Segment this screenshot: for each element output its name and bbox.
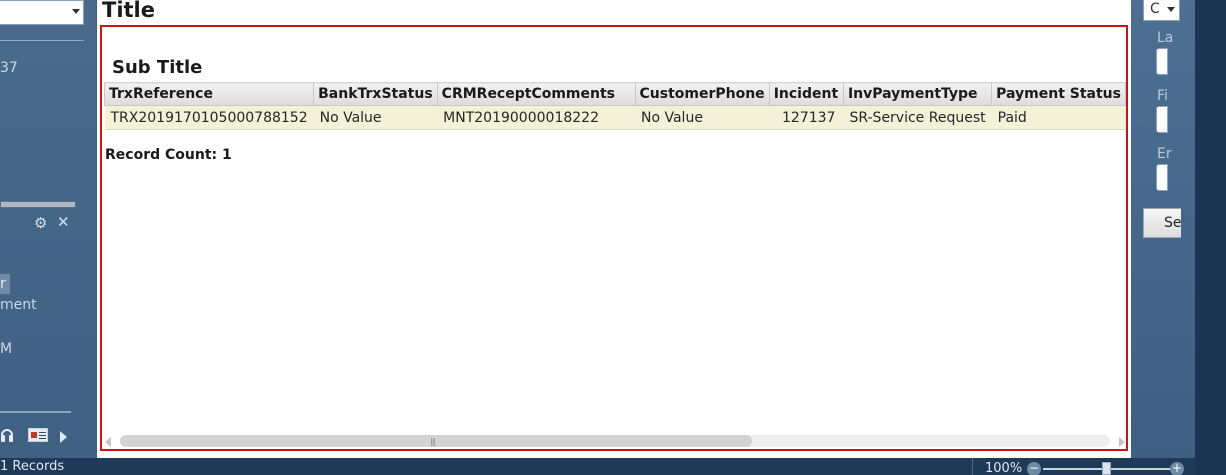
nav-item-selected[interactable]: r — [0, 274, 10, 294]
report-subtitle: Sub Title — [112, 57, 203, 78]
table-cell: No Value — [313, 105, 438, 130]
field-label: Er — [1157, 146, 1172, 162]
chevron-down-icon — [1167, 7, 1175, 12]
left-dropdown[interactable] — [0, 0, 84, 25]
left-scrollbar[interactable] — [0, 201, 76, 208]
left-panel-value: 37 — [0, 60, 18, 76]
zoom-out-icon[interactable]: − — [1027, 462, 1041, 475]
table-cell: TRX2019170105000788152 — [104, 105, 314, 130]
report-frame: Sub Title TrxReference BankTrxStatus CRM… — [100, 25, 1128, 451]
text-field[interactable] — [1156, 106, 1168, 133]
page-title: Title — [102, 0, 156, 22]
text-field[interactable] — [1156, 48, 1168, 75]
horizontal-scrollbar[interactable]: ||| — [104, 433, 1126, 449]
scroll-left-icon[interactable] — [105, 437, 111, 447]
nav-item-ment[interactable]: ment — [0, 297, 37, 313]
field-label: La — [1157, 30, 1174, 46]
divider — [0, 411, 71, 413]
table-cell: 127137 — [769, 105, 844, 130]
arrow-right-icon[interactable] — [60, 431, 67, 443]
record-count: Record Count: 1 — [105, 147, 232, 163]
table-cell: No Value — [635, 105, 770, 130]
column-header-customerphone[interactable]: CustomerPhone — [634, 82, 770, 106]
gear-icon[interactable]: ⚙ — [34, 214, 47, 232]
column-header-banktrxstatus[interactable]: BankTrxStatus — [313, 82, 438, 106]
contact-card-icon[interactable] — [28, 428, 48, 442]
text-field[interactable] — [1156, 164, 1168, 191]
column-header-crmreceptcomments[interactable]: CRMReceptComments — [436, 82, 636, 106]
status-bar: 1 Records 100% − + — [0, 458, 1195, 475]
search-button[interactable]: Se — [1143, 208, 1181, 238]
zoom-level: 100% — [985, 461, 1023, 475]
right-dropdown-value: C — [1150, 1, 1160, 17]
table-cell: SR-Service Request — [843, 105, 992, 130]
left-panel: 37 ⚙ ✕ r ment M — [0, 0, 96, 458]
scrollbar-thumb[interactable]: ||| — [120, 435, 752, 447]
column-header-payment-status[interactable]: Payment Status — [991, 82, 1126, 106]
scroll-right-icon[interactable] — [1119, 437, 1125, 447]
window-edge — [1195, 0, 1226, 475]
record-status: 1 Records — [0, 459, 65, 474]
close-icon[interactable]: ✕ — [57, 213, 70, 231]
headset-icon[interactable] — [0, 426, 14, 444]
zoom-slider-thumb[interactable] — [1102, 462, 1111, 475]
divider — [0, 40, 84, 41]
table-cell: MNT20190000018222 — [437, 105, 635, 130]
table-cell: Paid — [991, 105, 1126, 130]
grip-icon: ||| — [430, 437, 436, 446]
zoom-in-icon[interactable]: + — [1170, 462, 1184, 475]
column-header-incident[interactable]: Incident — [768, 82, 844, 106]
table-header-row: TrxReference BankTrxStatus CRMReceptComm… — [103, 82, 1126, 106]
results-table: TrxReference BankTrxStatus CRMReceptComm… — [103, 82, 1126, 130]
chevron-down-icon — [72, 9, 80, 14]
table-row[interactable]: TRX2019170105000788152 No Value MNT20190… — [104, 105, 1126, 130]
nav-item-m[interactable]: M — [0, 341, 12, 357]
main-area: Title Sub Title TrxReference BankTrxStat… — [97, 0, 1131, 458]
divider — [972, 458, 973, 475]
column-header-invpaymenttype[interactable]: InvPaymentType — [842, 82, 993, 106]
right-dropdown[interactable]: C — [1143, 0, 1180, 21]
column-header-trxreference[interactable]: TrxReference — [103, 82, 315, 106]
field-label: Fi — [1157, 88, 1168, 104]
